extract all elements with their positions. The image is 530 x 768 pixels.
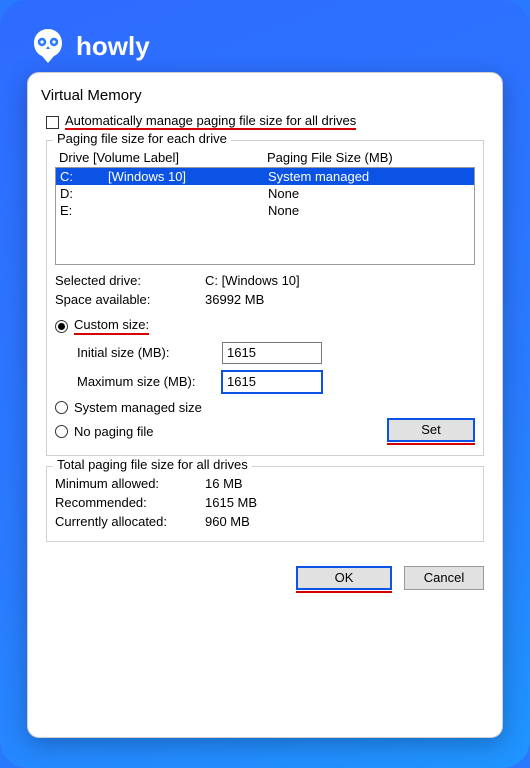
drive-list[interactable]: C: [Windows 10] System managed D: None E… bbox=[55, 167, 475, 265]
auto-manage-row[interactable]: Automatically manage paging file size fo… bbox=[46, 114, 484, 130]
no-paging-label: No paging file bbox=[74, 424, 154, 439]
custom-size-label: Custom size: bbox=[74, 318, 149, 334]
totals-legend: Total paging file size for all drives bbox=[53, 457, 252, 472]
annotation-underline bbox=[296, 591, 392, 593]
drive-row-d[interactable]: D: None bbox=[56, 185, 474, 202]
auto-manage-label: Automatically manage paging file size fo… bbox=[65, 114, 356, 130]
owl-icon bbox=[28, 26, 68, 66]
no-paging-radio-row[interactable]: No paging file bbox=[55, 421, 387, 442]
min-allowed-row: Minimum allowed: 16 MB bbox=[55, 474, 475, 493]
custom-size-radio-row[interactable]: Custom size: bbox=[55, 315, 475, 337]
system-managed-radio-row[interactable]: System managed size bbox=[55, 397, 475, 418]
selected-drive-value: C: [Windows 10] bbox=[205, 273, 300, 288]
initial-size-row: Initial size (MB): bbox=[55, 338, 475, 367]
recommended-row: Recommended: 1615 MB bbox=[55, 493, 475, 512]
ok-button[interactable]: OK bbox=[296, 566, 392, 590]
recommended-value: 1615 MB bbox=[205, 495, 257, 510]
dialog-title: Virtual Memory bbox=[41, 87, 484, 104]
space-available-row: Space available: 36992 MB bbox=[55, 290, 475, 309]
drive-list-header: Drive [Volume Label] Paging File Size (M… bbox=[55, 148, 475, 167]
currently-allocated-value: 960 MB bbox=[205, 514, 250, 529]
totals-group: Total paging file size for all drives Mi… bbox=[46, 466, 484, 542]
selected-drive-row: Selected drive: C: [Windows 10] bbox=[55, 271, 475, 290]
maximum-size-row: Maximum size (MB): bbox=[55, 367, 475, 397]
maximum-size-input[interactable] bbox=[222, 371, 322, 393]
no-paging-radio[interactable] bbox=[55, 425, 68, 438]
maximum-size-label: Maximum size (MB): bbox=[77, 374, 212, 389]
annotation-underline bbox=[387, 443, 475, 445]
per-drive-legend: Paging file size for each drive bbox=[53, 131, 231, 146]
auto-manage-checkbox[interactable] bbox=[46, 116, 59, 129]
min-allowed-value: 16 MB bbox=[205, 476, 243, 491]
system-managed-label: System managed size bbox=[74, 400, 202, 415]
virtual-memory-dialog: Virtual Memory Automatically manage pagi… bbox=[27, 72, 503, 738]
branded-frame: howly Virtual Memory Automatically manag… bbox=[0, 0, 530, 768]
space-available-value: 36992 MB bbox=[205, 292, 264, 307]
initial-size-label: Initial size (MB): bbox=[77, 345, 212, 360]
col-size: Paging File Size (MB) bbox=[267, 150, 393, 165]
drive-row-c[interactable]: C: [Windows 10] System managed bbox=[56, 168, 474, 185]
cancel-button[interactable]: Cancel bbox=[404, 566, 484, 590]
currently-allocated-row: Currently allocated: 960 MB bbox=[55, 512, 475, 531]
col-drive: Drive [Volume Label] bbox=[59, 150, 267, 165]
per-drive-group: Paging file size for each drive Drive [V… bbox=[46, 140, 484, 455]
custom-size-radio[interactable] bbox=[55, 320, 68, 333]
set-button[interactable]: Set bbox=[387, 418, 475, 442]
drive-row-e[interactable]: E: None bbox=[56, 202, 474, 219]
system-managed-radio[interactable] bbox=[55, 401, 68, 414]
brand-name: howly bbox=[76, 31, 150, 62]
initial-size-input[interactable] bbox=[222, 342, 322, 364]
brand-logo: howly bbox=[28, 26, 508, 66]
dialog-footer: OK Cancel bbox=[46, 552, 484, 593]
